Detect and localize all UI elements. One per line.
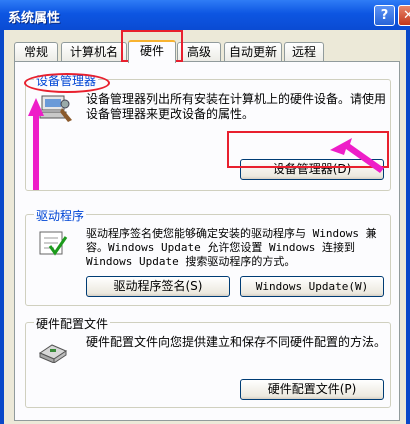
tab-hardware[interactable]: 硬件 [128,40,176,63]
arrow-up-icon [28,98,44,190]
arrow-left-icon [330,138,384,173]
annotation-arrows [28,98,384,190]
system-properties-window: 系统属性 ? ✕ 常规 计算机名 硬件 高级 自动更新 远程 设备管理器 设备管… [0,0,410,424]
